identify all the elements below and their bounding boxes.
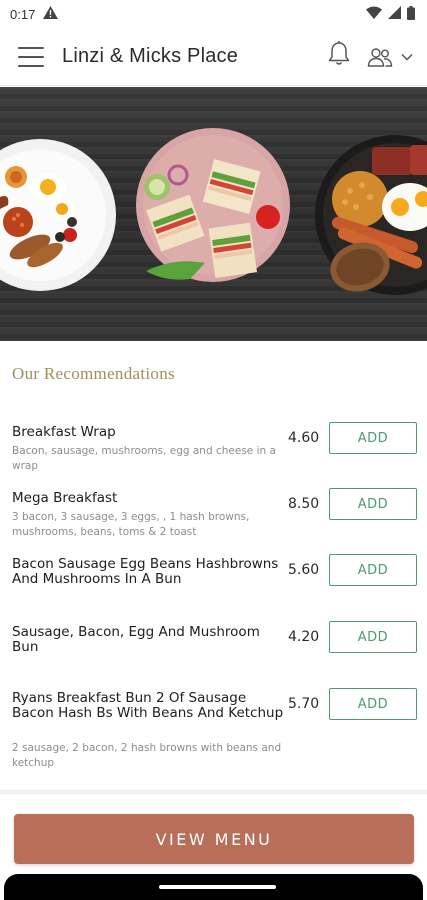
item-name: Mega Breakfast: [12, 490, 118, 506]
home-gesture-handle[interactable]: [159, 885, 276, 889]
divider: [0, 790, 427, 794]
skillet-illustration: [315, 135, 427, 295]
add-button[interactable]: ADD: [329, 554, 417, 586]
app-title: Linzi & Micks Place: [62, 45, 239, 67]
item-description: Bacon, sausage, mushrooms, egg and chees…: [12, 445, 276, 472]
add-button[interactable]: ADD: [329, 488, 417, 520]
view-menu-button[interactable]: VIEW MENU: [14, 814, 414, 864]
system-navigation-bar: [4, 874, 423, 900]
item-description: 3 bacon, 3 sausage, 3 eggs, , 1 hash bro…: [12, 511, 250, 538]
item-name: Breakfast Wrap: [12, 424, 116, 440]
add-button[interactable]: ADD: [329, 422, 417, 454]
app-bar: Linzi & Micks Place: [0, 28, 427, 86]
status-bar: 0:17: [0, 0, 427, 28]
status-time: 0:17: [10, 6, 36, 22]
chevron-down-icon[interactable]: [401, 48, 413, 66]
item-price: 8.50: [288, 496, 320, 512]
item-price: 5.70: [288, 696, 320, 712]
item-price: 4.60: [288, 430, 320, 446]
signal-icon: [388, 6, 401, 22]
breakfast-plate-illustration: [0, 139, 116, 291]
item-price: 4.20: [288, 629, 320, 645]
add-button[interactable]: ADD: [329, 621, 417, 653]
battery-icon: [407, 5, 415, 23]
sandwich-plate-illustration: [136, 128, 290, 282]
wifi-icon: [366, 6, 382, 22]
users-icon[interactable]: [367, 47, 413, 67]
warning-icon: [43, 6, 59, 22]
bell-icon[interactable]: [327, 41, 351, 72]
item-name: Sausage, Bacon, Egg And Mushroom Bun: [12, 624, 260, 655]
item-description: 2 sausage, 2 bacon, 2 hash browns with b…: [12, 742, 282, 769]
item-price: 5.60: [288, 562, 320, 578]
add-button[interactable]: ADD: [329, 688, 417, 720]
item-name: Bacon Sausage Egg Beans Hashbrowns And M…: [12, 556, 279, 587]
section-title: Our Recommendations: [12, 364, 175, 383]
hero-banner-image: [0, 87, 427, 341]
hamburger-menu-icon[interactable]: [18, 46, 44, 67]
item-name: Ryans Breakfast Bun 2 Of Sausage Bacon H…: [12, 690, 284, 721]
